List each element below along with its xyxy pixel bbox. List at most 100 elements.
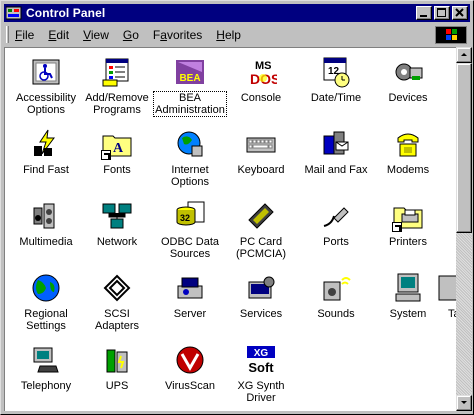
cp-item-mail-fax[interactable]: Mail and Fax xyxy=(299,128,373,176)
cp-item-multimedia[interactable]: Multimedia xyxy=(9,200,83,248)
ports-icon xyxy=(320,200,352,232)
cp-item-label: Regional Settings xyxy=(24,308,68,332)
cp-item-keyboard[interactable]: Keyboard xyxy=(224,128,298,176)
scroll-up-button[interactable] xyxy=(456,47,472,63)
menu-bar: File Edit View Go Favorites Help xyxy=(4,24,470,45)
cp-item-label: Keyboard xyxy=(237,164,285,176)
menu-go[interactable]: Go xyxy=(123,28,139,42)
cp-item-label: Network xyxy=(96,236,138,248)
odbc-icon: 32 xyxy=(174,200,206,232)
cp-item-partial[interactable]: Ta xyxy=(435,272,456,320)
cp-item-label: Multimedia xyxy=(19,236,73,248)
cp-item-ups[interactable]: UPS xyxy=(80,344,154,392)
minimize-button[interactable] xyxy=(416,6,432,20)
cp-item-printers[interactable]: Printers xyxy=(371,200,445,248)
cp-item-label: Services xyxy=(239,308,283,320)
maximize-button[interactable] xyxy=(434,6,450,20)
cp-item-add-remove-programs[interactable]: Add/Remove Programs xyxy=(80,56,154,116)
cp-item-pc-card[interactable]: PC Card (PCMCIA) xyxy=(224,200,298,260)
menu-help[interactable]: Help xyxy=(216,28,241,42)
cp-item-regional-settings[interactable]: Regional Settings xyxy=(9,272,83,332)
cp-item-label: XG Synth Driver xyxy=(237,380,285,404)
keyboard-icon xyxy=(245,128,277,160)
close-icon xyxy=(455,8,464,17)
modem-phone-icon xyxy=(392,128,424,160)
cp-item-console[interactable]: MS DOS Console xyxy=(224,56,298,104)
pc-card-icon xyxy=(245,200,277,232)
cp-item-modems[interactable]: Modems xyxy=(371,128,445,176)
menu-favorites-accel: a xyxy=(160,27,167,42)
svg-text:XG: XG xyxy=(254,348,269,359)
cp-item-system[interactable]: System xyxy=(371,272,445,320)
maximize-icon xyxy=(437,8,446,17)
close-button[interactable] xyxy=(452,6,468,20)
cp-item-label: Internet Options xyxy=(171,164,209,188)
cp-item-virusscan[interactable]: VirusScan xyxy=(153,344,227,392)
window-title: Control Panel xyxy=(26,6,106,20)
menu-favorites[interactable]: Favorites xyxy=(153,28,202,42)
menu-edit-label: dit xyxy=(56,27,70,42)
cp-item-sounds[interactable]: Sounds xyxy=(299,272,373,320)
menu-grip[interactable] xyxy=(6,26,9,43)
calendar-clock-icon: 12 xyxy=(320,56,352,88)
cp-item-date-time[interactable]: 12 Date/Time xyxy=(299,56,373,104)
cp-item-label: Fonts xyxy=(103,164,131,176)
cp-item-label: PC Card (PCMCIA) xyxy=(235,236,287,260)
cp-item-xg-synth[interactable]: XG Soft XG Synth Driver xyxy=(224,344,298,404)
cp-item-label: Devices xyxy=(388,92,428,104)
icon-view[interactable]: Accessibility Options Add/Remove Program… xyxy=(4,47,456,411)
arrow-up-icon xyxy=(461,53,467,56)
menu-file-label: ile xyxy=(22,27,35,42)
svg-text:Soft: Soft xyxy=(248,360,274,375)
cp-item-telephony[interactable]: Telephony xyxy=(9,344,83,392)
menu-file[interactable]: File xyxy=(15,28,34,42)
accessibility-icon xyxy=(30,56,62,88)
cp-item-odbc[interactable]: 32 ODBC Data Sources xyxy=(153,200,227,260)
internet-globe-icon xyxy=(174,128,206,160)
mail-fax-icon xyxy=(320,128,352,160)
cp-item-devices[interactable]: Devices xyxy=(371,56,445,104)
telephony-icon xyxy=(30,344,62,376)
services-icon xyxy=(245,272,277,304)
cp-item-label: Telephony xyxy=(20,380,72,392)
cp-item-accessibility[interactable]: Accessibility Options xyxy=(9,56,83,116)
partial-icon xyxy=(435,272,456,304)
cp-item-label: Find Fast xyxy=(23,164,69,176)
msdos-icon: MS DOS xyxy=(245,56,280,88)
svg-text:BEA: BEA xyxy=(179,73,200,84)
cp-item-internet-options[interactable]: Internet Options xyxy=(153,128,227,188)
add-remove-programs-icon xyxy=(101,56,133,88)
cp-item-network[interactable]: Network xyxy=(80,200,154,248)
menu-go-label: o xyxy=(132,27,139,42)
menu-go-accel: G xyxy=(122,27,133,42)
cp-item-server[interactable]: Server xyxy=(153,272,227,320)
cp-item-scsi-adapters[interactable]: SCSI Adapters xyxy=(80,272,154,332)
cp-item-services[interactable]: Services xyxy=(224,272,298,320)
cp-item-find-fast[interactable]: Find Fast xyxy=(9,128,83,176)
ups-battery-icon xyxy=(101,344,133,376)
fonts-folder-icon: A xyxy=(101,128,133,160)
scroll-down-button[interactable] xyxy=(456,395,472,411)
server-icon xyxy=(174,272,206,304)
cp-item-ports[interactable]: Ports xyxy=(299,200,373,248)
scroll-thumb[interactable] xyxy=(456,63,472,233)
menu-edit[interactable]: Edit xyxy=(48,28,69,42)
multimedia-icon xyxy=(30,200,62,232)
control-panel-icon[interactable] xyxy=(5,6,22,20)
menu-view[interactable]: View xyxy=(83,28,109,42)
menu-help-accel: H xyxy=(216,27,225,42)
menu-help-label: elp xyxy=(224,27,241,42)
vertical-scrollbar[interactable] xyxy=(456,47,472,411)
scsi-icon xyxy=(101,272,133,304)
svg-text:32: 32 xyxy=(180,213,190,223)
cp-item-bea-administration[interactable]: BEA BEA Administration xyxy=(153,56,227,117)
cp-item-label: Mail and Fax xyxy=(304,164,368,176)
svg-text:A: A xyxy=(113,141,124,156)
minimize-icon xyxy=(420,15,427,17)
title-bar[interactable]: Control Panel xyxy=(4,4,470,22)
virusscan-icon xyxy=(174,344,206,376)
cp-item-label: Server xyxy=(173,308,207,320)
cp-item-label: ODBC Data Sources xyxy=(160,236,220,260)
bea-icon: BEA xyxy=(174,56,206,88)
cp-item-fonts[interactable]: A Fonts xyxy=(80,128,154,176)
